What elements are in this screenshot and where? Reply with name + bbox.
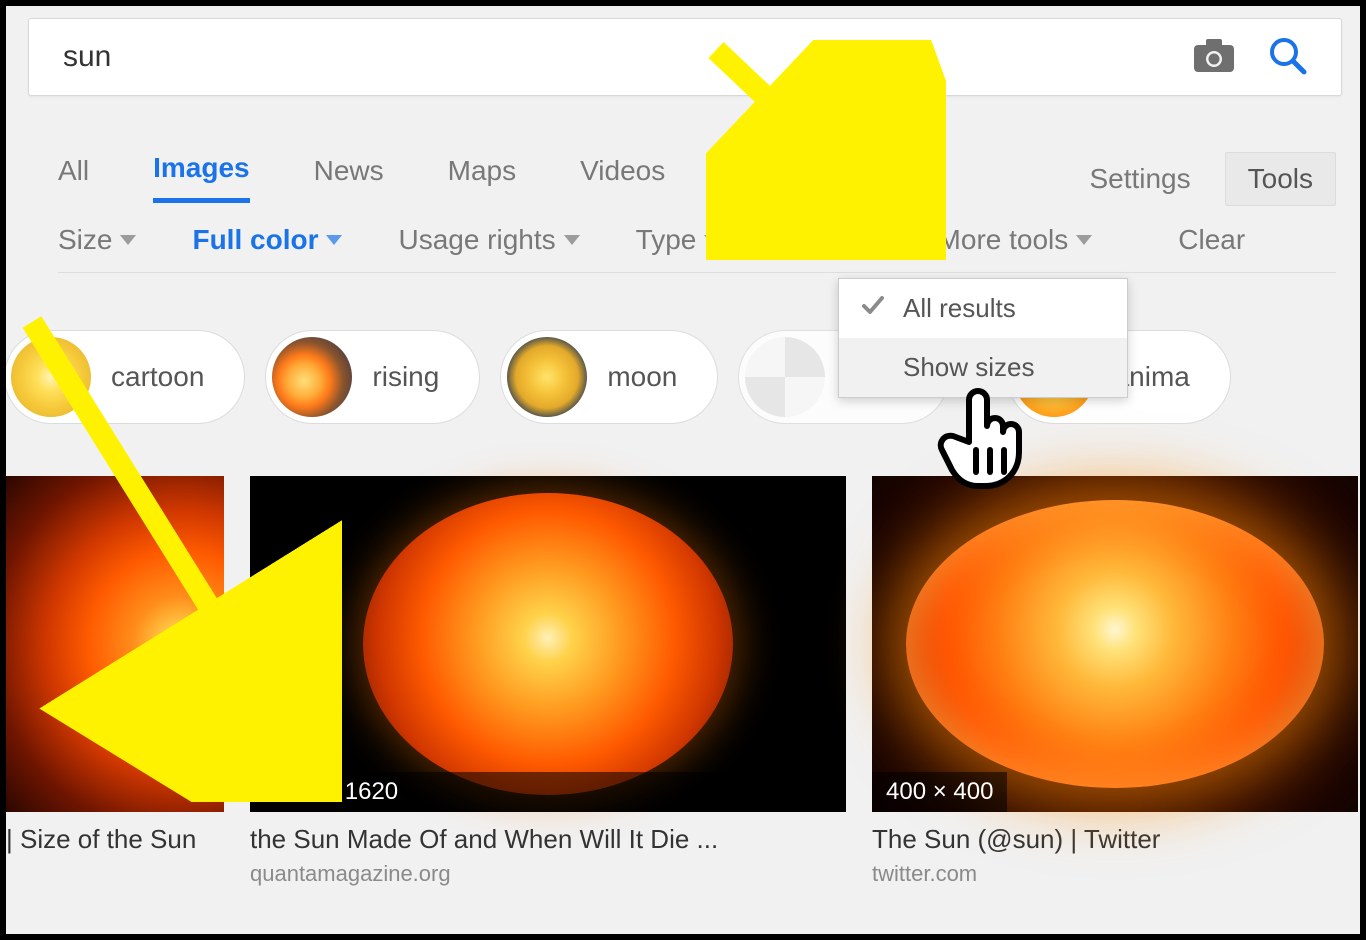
filter-time[interactable]: Time [776, 224, 861, 256]
filter-more-tools-label: More tools [938, 224, 1069, 256]
result-title: | Size of the Sun [6, 824, 224, 855]
dropdown-item-label: Show sizes [903, 352, 1035, 383]
result-dimensions-badge: 400 × 400 [872, 772, 1007, 812]
result-dimensions-badge: 2880 × 1620 [250, 772, 846, 812]
chip-thumbnail [272, 337, 352, 417]
tab-images[interactable]: Images [153, 152, 250, 203]
result-card[interactable]: 400 × 400 The Sun (@sun) | Twitter twitt… [872, 476, 1358, 887]
tab-videos[interactable]: Videos [580, 155, 665, 201]
chip-moon[interactable]: moon [500, 330, 718, 424]
chip-rising[interactable]: rising [265, 330, 480, 424]
filter-more-tools[interactable]: More tools [938, 224, 1093, 256]
filter-color[interactable]: Full color [192, 224, 342, 256]
filter-size-label: Size [58, 224, 112, 256]
tab-maps[interactable]: Maps [448, 155, 516, 201]
filter-clear[interactable]: Clear [1178, 224, 1245, 256]
chip-thumbnail [507, 337, 587, 417]
chevron-down-icon [846, 235, 862, 245]
tab-all[interactable]: All [58, 155, 89, 201]
more-tools-dropdown: All results Show sizes [838, 278, 1128, 398]
search-input[interactable] [29, 40, 1193, 74]
filter-usage-rights[interactable]: Usage rights [398, 224, 579, 256]
chip-thumbnail [745, 337, 825, 417]
dropdown-item-show-sizes[interactable]: Show sizes [839, 338, 1127, 397]
filter-usage-label: Usage rights [398, 224, 555, 256]
dropdown-item-all-results[interactable]: All results [839, 279, 1127, 338]
result-card[interactable]: | Size of the Sun [6, 476, 224, 855]
result-title: the Sun Made Of and When Will It Die ... [250, 824, 846, 855]
tools-button[interactable]: Tools [1225, 152, 1336, 206]
chevron-down-icon [564, 235, 580, 245]
chip-thumbnail [11, 337, 91, 417]
filter-time-label: Time [776, 224, 837, 256]
tab-more[interactable]: More [729, 155, 793, 201]
chip-label: rising [372, 361, 439, 393]
chip-cartoon[interactable]: cartoon [4, 330, 245, 424]
chevron-down-icon [1076, 235, 1092, 245]
chevron-down-icon [120, 235, 136, 245]
filter-size[interactable]: Size [58, 224, 136, 256]
result-domain: twitter.com [872, 861, 1358, 887]
chip-label: moon [607, 361, 677, 393]
camera-icon[interactable] [1193, 37, 1235, 78]
filter-type-label: Type [636, 224, 697, 256]
result-image[interactable]: 400 × 400 [872, 476, 1358, 812]
search-box[interactable] [28, 18, 1342, 96]
chevron-down-icon [704, 235, 720, 245]
chip-label: cartoon [111, 361, 204, 393]
dropdown-item-label: All results [903, 293, 1016, 324]
tab-settings[interactable]: Settings [1089, 163, 1190, 195]
filter-type[interactable]: Type [636, 224, 721, 256]
tab-news[interactable]: News [314, 155, 384, 201]
result-title: The Sun (@sun) | Twitter [872, 824, 1358, 855]
filter-color-label: Full color [192, 224, 318, 256]
check-icon [861, 293, 887, 324]
result-image[interactable] [6, 476, 224, 812]
result-image[interactable]: 2880 × 1620 [250, 476, 846, 812]
result-card[interactable]: 2880 × 1620 the Sun Made Of and When Wil… [250, 476, 846, 887]
search-icon[interactable] [1267, 35, 1307, 80]
result-domain: quantamagazine.org [250, 861, 846, 887]
chevron-down-icon [326, 235, 342, 245]
